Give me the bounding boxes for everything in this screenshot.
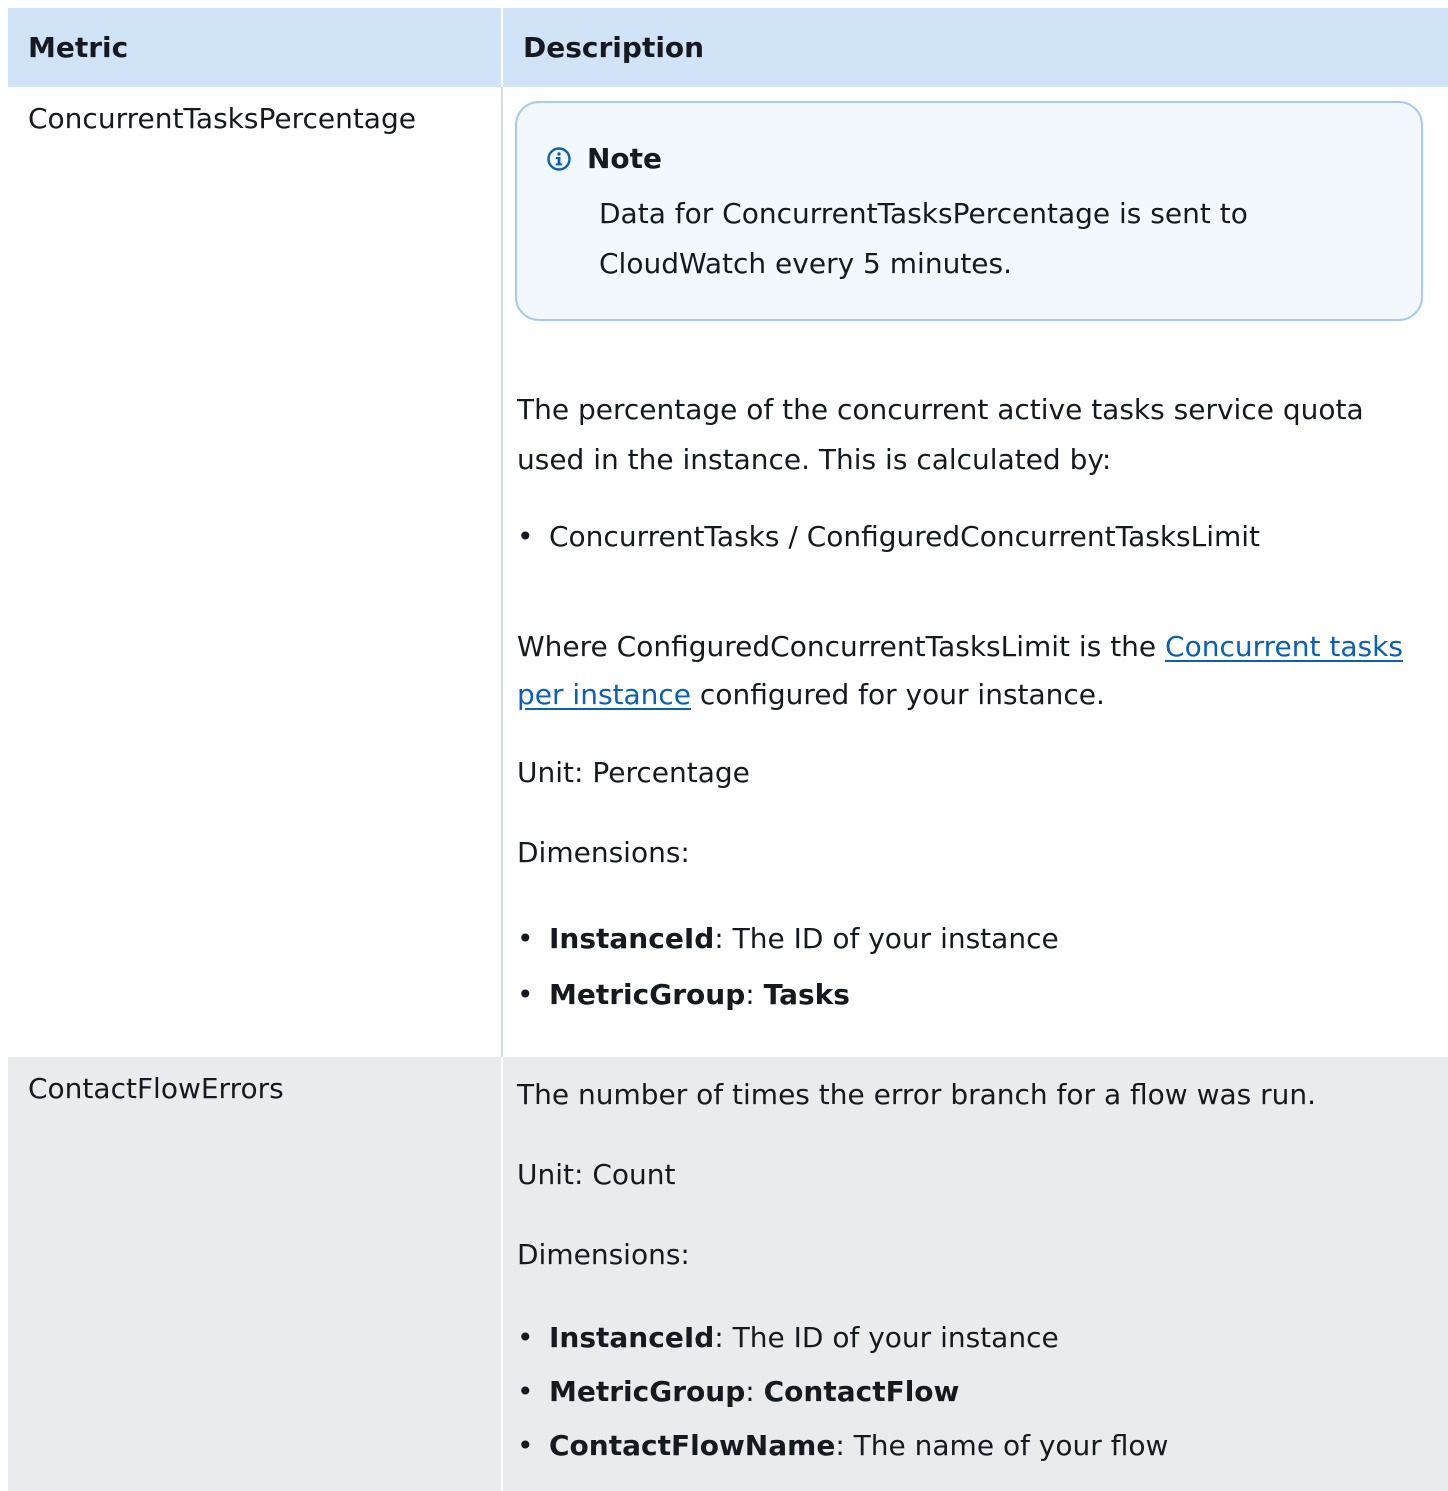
dimensions-label: Dimensions: [517,836,690,869]
dimension-sep: : [714,922,733,955]
metric-name: ConcurrentTasksPercentage [28,102,416,135]
dimension-value: Tasks [763,978,850,1011]
dimension-sep: : [714,1321,733,1354]
header-metric: Metric [8,8,502,87]
formula-list: ConcurrentTasks / ConfiguredConcurrentTa… [517,515,1436,559]
unit-text: Unit: Count [517,1158,676,1191]
table-row: ContactFlowErrors The number of times th… [8,1057,1448,1491]
dimension-value: The ID of your instance [732,922,1059,955]
dimension-sep: : [835,1429,854,1462]
header-description: Description [501,8,1448,87]
dimension-item: InstanceId: The ID of your instance [517,911,1436,967]
description-cell: The number of times the error branch for… [501,1057,1448,1491]
note-header: Note [547,137,1401,181]
dimensions-list: InstanceId: The ID of your instance Metr… [517,911,1436,1023]
dimension-value: The ID of your instance [732,1321,1059,1354]
dimension-key: InstanceId [549,1321,715,1354]
description-text: The number of times the error branch for… [517,1078,1317,1111]
dimension-key: MetricGroup [549,1375,746,1408]
where-text: Where ConfiguredConcurrentTasksLimit is … [517,623,1436,719]
dimensions-list: InstanceId: The ID of your instance Metr… [517,1311,1436,1473]
dimension-value: ContactFlow [763,1375,960,1408]
dimension-key: MetricGroup [549,978,746,1011]
dimension-item: MetricGroup: ContactFlow [517,1365,1436,1419]
dimension-item: MetricGroup: Tasks [517,967,1436,1023]
where-prefix: Where ConfiguredConcurrentTasksLimit is … [517,630,1166,663]
table-row: ConcurrentTasksPercentage Note Data for [8,87,1448,1057]
note-title: Note [587,142,663,175]
dimension-key: InstanceId [549,922,715,955]
dimension-sep: : [745,1375,764,1408]
dimension-item: InstanceId: The ID of your instance [517,1311,1436,1365]
info-icon [547,147,571,171]
note-body: Data for ConcurrentTasksPercentage is se… [599,197,1248,280]
dimension-value: The name of your flow [853,1429,1169,1462]
metric-name: ContactFlowErrors [8,1057,502,1491]
dimensions-label: Dimensions: [517,1238,690,1271]
header-row: Metric Description [8,8,1448,87]
where-suffix: configured for your instance. [691,678,1105,711]
description-cell: Note Data for ConcurrentTasksPercentage … [501,87,1448,1057]
unit-text: Unit: Percentage [517,756,750,789]
dimension-item: ContactFlowName: The name of your flow [517,1419,1436,1473]
dimension-sep: : [745,978,764,1011]
formula-item: ConcurrentTasks / ConfiguredConcurrentTa… [517,515,1436,559]
dimension-key: ContactFlowName [549,1429,836,1462]
description-text: The percentage of the concurrent active … [517,393,1364,476]
note-box: Note Data for ConcurrentTasksPercentage … [515,101,1423,321]
metrics-table: Metric Description ConcurrentTasksPercen… [8,8,1448,1491]
